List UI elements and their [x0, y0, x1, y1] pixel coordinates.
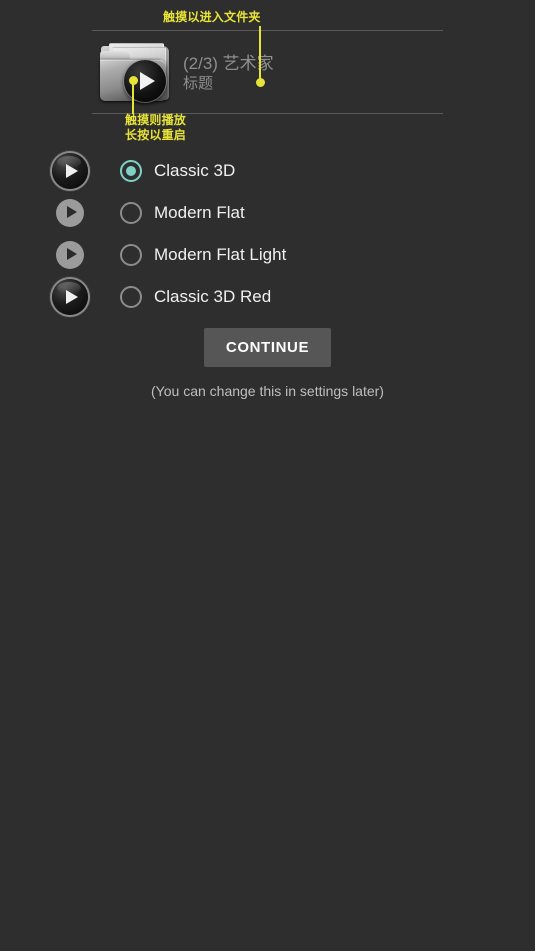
play-button-classic-3d-red-icon[interactable]: [50, 277, 90, 317]
play-triangle-shape: [66, 290, 78, 304]
play-triangle-shape: [66, 164, 78, 178]
theme-options-list: Classic 3D Modern Flat Modern Flat Light Cl…: [0, 150, 535, 318]
annotation-play-hint-line1: 触摸则播放: [125, 113, 187, 127]
theme-option-row[interactable]: Modern Flat: [0, 192, 535, 234]
radio-button-modern-flat-light[interactable]: [120, 244, 142, 266]
annotation-enter-folder: 触摸以进入文件夹: [163, 10, 261, 24]
radio-button-classic-3d[interactable]: [120, 160, 142, 182]
theme-option-row[interactable]: Classic 3D Red: [0, 276, 535, 318]
play-triangle-shape: [67, 206, 77, 218]
divider-top: [92, 30, 443, 31]
play-button-modern-flat-icon[interactable]: [50, 193, 90, 233]
continue-button[interactable]: CONTINUE: [203, 328, 332, 367]
annotation-play-hint-line2: 长按以重启: [125, 127, 187, 142]
annotation-dot-top: [256, 78, 265, 87]
annotation-leader-line-top: [259, 26, 261, 80]
annotation-leader-line-bottom: [132, 80, 134, 114]
folder-preview-block: (2/3) 艺术家 标题 触摸以进入文件夹 触摸则播放 长按以重启: [0, 0, 535, 150]
annotation-dot-bottom: [129, 76, 138, 85]
radio-button-classic-3d-red[interactable]: [120, 286, 142, 308]
radio-button-modern-flat[interactable]: [120, 202, 142, 224]
theme-option-label: Modern Flat Light: [154, 245, 287, 264]
theme-option-row[interactable]: Modern Flat Light: [0, 234, 535, 276]
folder-with-play-icon[interactable]: [99, 42, 173, 104]
annotation-play-hint: 触摸则播放 长按以重启: [125, 113, 186, 142]
theme-option-label: Classic 3D Red: [154, 287, 272, 306]
theme-option-label: Classic 3D: [154, 161, 236, 180]
play-button-classic-3d-icon[interactable]: [50, 151, 90, 191]
play-button-modern-flat-light-icon[interactable]: [50, 235, 90, 275]
settings-hint-text: (You can change this in settings later): [151, 383, 384, 399]
theme-option-row[interactable]: Classic 3D: [0, 150, 535, 192]
footer-block: CONTINUE (You can change this in setting…: [0, 328, 535, 399]
theme-chooser-screen: (2/3) 艺术家 标题 触摸以进入文件夹 触摸则播放 长按以重启 Classi…: [0, 0, 535, 951]
folder-list-item[interactable]: (2/3) 艺术家 标题: [92, 36, 443, 110]
theme-option-label: Modern Flat: [154, 203, 245, 222]
play-triangle-shape: [67, 248, 77, 260]
